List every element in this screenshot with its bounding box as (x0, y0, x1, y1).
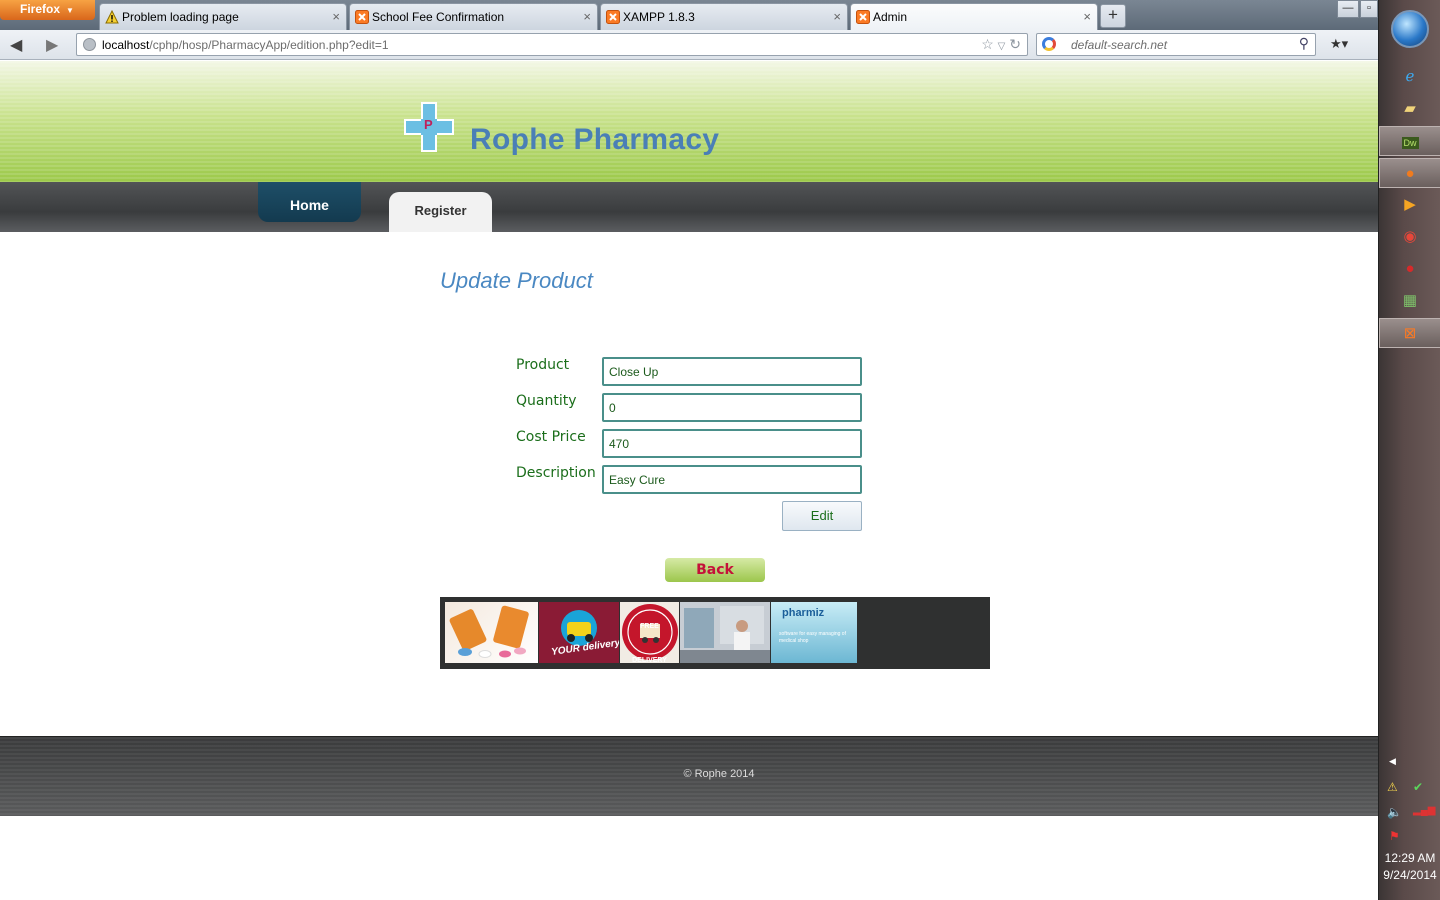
page-title: Update Product (440, 268, 593, 293)
url-host: localhost (102, 38, 150, 52)
pharmiz-logo-text: pharmiz (782, 607, 825, 619)
browser-window: Firefox ▼ Problem loading page × School F… (0, 0, 1378, 900)
close-tab-icon[interactable]: × (332, 9, 340, 24)
your-delivery-image: YOUR delivery! (539, 602, 619, 663)
close-tab-icon[interactable]: × (1083, 9, 1091, 24)
description-input[interactable]: Easy Cure (602, 465, 862, 494)
windows-start-button[interactable] (1391, 10, 1429, 48)
web-page: P Rophe Pharmacy Home Register Update Pr… (0, 61, 1378, 900)
product-label: Product (516, 357, 570, 373)
pills-image (445, 602, 538, 663)
url-bar[interactable]: localhost/cphp/hosp/PharmacyApp/edition.… (76, 33, 1028, 56)
search-icon[interactable]: ⚲ (1299, 35, 1309, 52)
volume-icon[interactable]: 🔈 (1387, 805, 1402, 819)
firefox-menu-button[interactable]: Firefox ▼ (0, 0, 95, 20)
windows-taskbar: ℯ ▰ Dw ● ▶ ◉ ● ▦ ⊠ ◀ ⚠ ✔ 🔈 ▂▄▆ ⚑ 12:29 A… (1378, 0, 1440, 900)
dreamweaver-label: Dw (1401, 137, 1419, 149)
bookmarks-menu-icon[interactable]: ★▾ (1330, 36, 1348, 52)
url-bar-icons: ☆ ▽ ↻ (981, 36, 1021, 53)
tab-problem-loading[interactable]: Problem loading page × (99, 3, 347, 30)
action-center-icon[interactable]: ⚠ (1387, 780, 1398, 794)
menu-item-home[interactable]: Home (258, 182, 361, 222)
internet-explorer-icon[interactable]: ℯ (1379, 62, 1440, 92)
tab-admin[interactable]: Admin × (850, 3, 1098, 30)
search-bar[interactable]: default-search.net ⚲ (1036, 33, 1316, 56)
dropdown-caret-icon: ▼ (66, 6, 74, 15)
spreadsheet-icon[interactable]: ▦ (1379, 286, 1440, 316)
security-shield-icon[interactable]: ✔ (1413, 780, 1423, 794)
site-footer: © Rophe 2014 (0, 736, 1378, 816)
pharmiz-tagline: software for easy managing of medical sh… (779, 631, 846, 644)
firefox-taskbar-icon[interactable]: ● (1379, 158, 1440, 188)
tab-label: Problem loading page (122, 10, 239, 24)
tab-school-fee[interactable]: School Fee Confirmation × (349, 3, 598, 30)
back-arrow-icon[interactable]: ◀ (10, 35, 22, 55)
edit-button[interactable]: Edit (782, 501, 862, 531)
tab-label: School Fee Confirmation (372, 10, 505, 24)
xampp-taskbar-icon[interactable]: ⊠ (1379, 318, 1440, 348)
product-input[interactable]: Close Up (602, 357, 862, 386)
network-icon[interactable]: ▂▄▆ (1413, 805, 1435, 816)
quantity-input[interactable]: 0 (602, 393, 862, 422)
firefox-menu-label: Firefox (20, 2, 61, 16)
pharmacy-cross-logo: P (404, 102, 454, 152)
pharmiz-software-ad: pharmiz software for easy managing of me… (771, 602, 857, 663)
warning-icon (105, 10, 119, 24)
xampp-icon (606, 10, 620, 24)
pill-bottles-icon (449, 605, 529, 658)
xampp-icon (355, 10, 369, 24)
media-player-icon[interactable]: ▶ (1379, 190, 1440, 220)
pharmacy-store-photo (680, 602, 770, 663)
copyright-text: © Rophe 2014 (683, 768, 755, 780)
forward-arrow-icon[interactable]: ▶ (46, 35, 58, 55)
history-dropdown-icon[interactable]: ▽ (998, 41, 1006, 52)
new-tab-button[interactable]: + (1100, 4, 1126, 28)
tab-label: XAMPP 1.8.3 (623, 10, 695, 24)
tab-xampp[interactable]: XAMPP 1.8.3 × (600, 3, 848, 30)
tab-label: Admin (873, 10, 908, 24)
xampp-icon (856, 10, 870, 24)
minimize-icon[interactable]: — (1337, 0, 1359, 18)
antivirus-icon[interactable]: ● (1379, 254, 1440, 284)
promo-banner: YOUR delivery! FREE DELIVERY pharmiz sof… (440, 597, 990, 669)
pharmacist-photo-icon (680, 602, 770, 663)
cost-price-input[interactable]: 470 (602, 429, 862, 458)
quantity-label: Quantity (516, 393, 577, 409)
show-hidden-icons-icon[interactable]: ◀ (1389, 756, 1396, 767)
maximize-icon[interactable]: ▫ (1360, 0, 1378, 18)
close-tab-icon[interactable]: × (583, 9, 591, 24)
site-header: P Rophe Pharmacy (0, 61, 1378, 182)
free-delivery-badge: FREE DELIVERY (620, 602, 679, 663)
globe-icon (83, 38, 96, 51)
main-menu-bar (0, 182, 1378, 232)
file-explorer-icon[interactable]: ▰ (1379, 94, 1440, 124)
navigation-toolbar: ◀ ▶ localhost/cphp/hosp/PharmacyApp/edit… (0, 30, 1378, 60)
reload-icon[interactable]: ↻ (1009, 36, 1021, 52)
url-path: /cphp/hosp/PharmacyApp/edition.php?edit=… (149, 38, 389, 52)
menu-item-register[interactable]: Register (389, 192, 492, 232)
tab-bar: Firefox ▼ Problem loading page × School F… (0, 0, 1378, 30)
search-engine-icon[interactable] (1042, 37, 1056, 51)
cost-price-label: Cost Price (516, 429, 586, 445)
clock-time[interactable]: 12:29 AM (1379, 851, 1440, 865)
description-label: Description (516, 465, 596, 481)
back-button[interactable]: Back (665, 558, 765, 582)
clock-date[interactable]: 9/24/2014 (1379, 868, 1440, 882)
search-placeholder: default-search.net (1071, 38, 1168, 52)
free-delivery-text: FREE DELIVERY (632, 623, 667, 663)
site-title: Rophe Pharmacy (470, 123, 720, 156)
dreamweaver-icon[interactable]: Dw (1379, 126, 1440, 156)
logo-letter: P (424, 117, 433, 132)
flag-icon[interactable]: ⚑ (1389, 829, 1400, 843)
close-tab-icon[interactable]: × (833, 9, 841, 24)
chrome-icon[interactable]: ◉ (1379, 222, 1440, 252)
bookmark-star-icon[interactable]: ☆ (981, 36, 994, 52)
